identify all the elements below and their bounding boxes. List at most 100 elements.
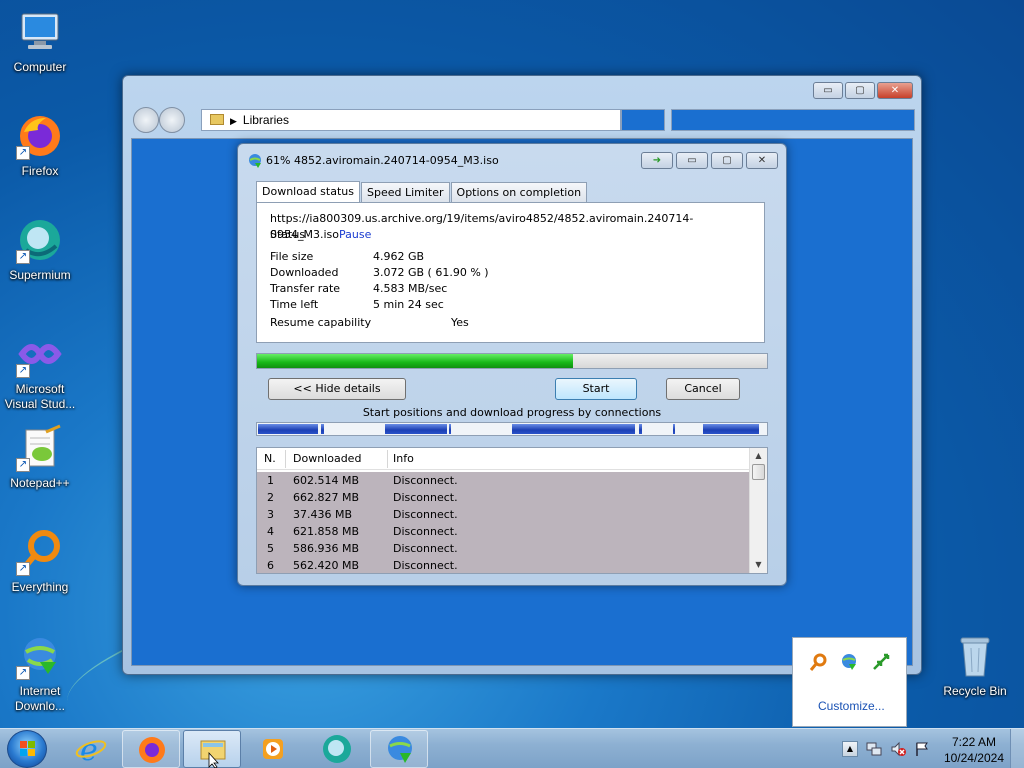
window-caption-buttons: ▭ ▢ ✕ bbox=[813, 82, 913, 99]
file-size-row: File size 4.962 GB bbox=[270, 249, 751, 265]
tab-options-on-completion[interactable]: Options on completion bbox=[450, 182, 588, 202]
arrow-right-icon: ➜ bbox=[652, 155, 662, 166]
idm-download-dialog[interactable]: 61% 4852.aviromain.240714-0954_M3.iso ➜ … bbox=[237, 143, 787, 586]
idm-globe-icon: ↗ bbox=[16, 632, 64, 680]
desktop-icon-visual-studio[interactable]: ↗ Microsoft Visual Stud... bbox=[0, 330, 80, 412]
cell-info: Disconnect. bbox=[393, 491, 458, 504]
clock[interactable]: 7:22 AM 10/24/2024 bbox=[944, 734, 1004, 766]
action-center-flag-icon[interactable] bbox=[914, 741, 930, 760]
scroll-down-icon[interactable]: ▼ bbox=[750, 557, 767, 573]
forward-button[interactable] bbox=[159, 107, 185, 133]
column-header-info[interactable]: Info bbox=[393, 452, 414, 465]
download-status-panel: https://ia800309.us.archive.org/19/items… bbox=[256, 202, 765, 343]
desktop-icon-label: Computer bbox=[13, 60, 67, 74]
scroll-up-icon[interactable]: ▲ bbox=[750, 448, 767, 464]
table-row[interactable]: 6 562.420 MB Disconnect. bbox=[257, 557, 749, 573]
desktop-icon-label: Recycle Bin bbox=[943, 684, 1007, 698]
cell-n: 1 bbox=[267, 474, 274, 487]
shortcut-arrow-icon: ↗ bbox=[16, 250, 30, 264]
connection-segment bbox=[512, 424, 635, 434]
media-player-icon bbox=[263, 739, 283, 759]
shortcut-arrow-icon: ↗ bbox=[16, 562, 30, 576]
file-size-label: File size bbox=[270, 250, 314, 263]
close-button[interactable]: ✕ bbox=[746, 152, 778, 169]
cell-downloaded: 602.514 MB bbox=[293, 474, 360, 487]
shortcut-arrow-icon: ↗ bbox=[16, 364, 30, 378]
search-input[interactable] bbox=[671, 109, 915, 131]
idm-globe-icon bbox=[388, 736, 412, 763]
volume-muted-icon[interactable] bbox=[890, 741, 906, 760]
navigation-bar: ▶ Libraries bbox=[131, 106, 915, 134]
maximize-button[interactable]: ▢ bbox=[845, 82, 875, 99]
start-button[interactable] bbox=[7, 730, 47, 768]
notification-area: ▲ 7:22 AM 10/24/2024 bbox=[834, 729, 1024, 768]
scroll-thumb[interactable] bbox=[752, 464, 765, 480]
column-header-downloaded[interactable]: Downloaded bbox=[293, 452, 361, 465]
cell-n: 6 bbox=[267, 559, 274, 572]
transfer-rate-row: Transfer rate 4.583 MB/sec bbox=[270, 281, 751, 297]
hide-details-button[interactable]: << Hide details bbox=[268, 378, 406, 400]
shortcut-arrow-icon: ↗ bbox=[16, 146, 30, 160]
table-row[interactable]: 2 662.827 MB Disconnect. bbox=[257, 489, 749, 506]
table-row[interactable]: 4 621.858 MB Disconnect. bbox=[257, 523, 749, 540]
connection-segment bbox=[449, 424, 451, 434]
taskbar-internet-explorer[interactable]: e bbox=[62, 730, 120, 768]
desktop-icon-label: Everything bbox=[11, 580, 69, 594]
cancel-button[interactable]: Cancel bbox=[666, 378, 740, 400]
desktop-icon-idm[interactable]: ↗ Internet Downlo... bbox=[0, 632, 80, 714]
desktop-icon-computer[interactable]: Computer bbox=[0, 8, 80, 75]
connections-caption: Start positions and download progress by… bbox=[362, 406, 662, 419]
taskbar-explorer[interactable] bbox=[183, 730, 241, 768]
tab-download-status[interactable]: Download status bbox=[256, 181, 360, 202]
connections-progress-bar bbox=[256, 422, 768, 436]
table-row[interactable]: 5 586.936 MB Disconnect. bbox=[257, 540, 749, 557]
show-hidden-icons-button[interactable]: ▲ bbox=[842, 741, 858, 757]
show-desktop-button[interactable] bbox=[1010, 729, 1024, 768]
taskbar-supermium[interactable] bbox=[308, 730, 366, 768]
maximize-button[interactable]: ▢ bbox=[711, 152, 743, 169]
cell-n: 2 bbox=[267, 491, 274, 504]
desktop-icon-label: Firefox bbox=[21, 164, 59, 178]
time-left-label: Time left bbox=[270, 298, 319, 311]
status-label: Status bbox=[270, 228, 306, 241]
desktop-icon-recycle-bin[interactable]: Recycle Bin bbox=[935, 632, 1015, 699]
desktop-icon-firefox[interactable]: ↗ Firefox bbox=[0, 112, 80, 179]
refresh-button[interactable] bbox=[621, 109, 665, 131]
close-button[interactable]: ✕ bbox=[877, 82, 913, 99]
minimize-button[interactable]: ▭ bbox=[813, 82, 843, 99]
table-row[interactable]: 1 602.514 MB Disconnect. bbox=[257, 472, 749, 489]
column-header-n[interactable]: N. bbox=[264, 452, 276, 465]
desktop-icon-supermium[interactable]: ↗ Supermium bbox=[0, 216, 80, 283]
cell-info: Disconnect. bbox=[393, 542, 458, 555]
download-progress-bar bbox=[256, 353, 768, 369]
computer-icon bbox=[16, 8, 64, 56]
everything-search-icon[interactable] bbox=[808, 652, 828, 672]
cell-downloaded: 621.858 MB bbox=[293, 525, 360, 538]
url-row: https://ia800309.us.archive.org/19/items… bbox=[270, 211, 751, 241]
start-button[interactable]: Start bbox=[555, 378, 637, 400]
address-bar[interactable]: ▶ Libraries bbox=[201, 109, 621, 131]
connection-segment bbox=[258, 424, 318, 434]
customize-link[interactable]: Customize... bbox=[818, 699, 885, 713]
desktop-icon-everything[interactable]: ↗ Everything bbox=[0, 528, 80, 595]
dialog-title: 61% 4852.aviromain.240714-0954_M3.iso bbox=[266, 154, 499, 167]
visual-studio-icon: ↗ bbox=[16, 330, 64, 378]
connection-segment bbox=[703, 424, 759, 434]
taskbar-idm[interactable] bbox=[370, 730, 428, 768]
table-row[interactable]: 3 37.436 MB Disconnect. bbox=[257, 506, 749, 523]
connection-segment bbox=[385, 424, 447, 434]
network-icon[interactable] bbox=[866, 741, 882, 760]
to-tray-button[interactable]: ➜ bbox=[641, 152, 673, 169]
back-button[interactable] bbox=[133, 107, 159, 133]
dialog-caption-buttons: ➜ ▭ ▢ ✕ bbox=[641, 152, 778, 169]
taskbar-media-player[interactable] bbox=[245, 730, 303, 768]
minimize-button[interactable]: ▭ bbox=[676, 152, 708, 169]
idm-globe-icon[interactable] bbox=[839, 652, 859, 672]
progress-fill bbox=[257, 354, 573, 368]
desktop-icon-notepadpp[interactable]: ↗ Notepad++ bbox=[0, 424, 80, 491]
list-scrollbar[interactable]: ▲ ▼ bbox=[749, 448, 767, 573]
green-arrows-icon[interactable] bbox=[871, 652, 891, 672]
connections-list[interactable]: N. Downloaded Info 1 602.514 MB Disconne… bbox=[256, 447, 768, 574]
taskbar-firefox[interactable] bbox=[122, 730, 180, 768]
tab-speed-limiter[interactable]: Speed Limiter bbox=[360, 182, 450, 202]
